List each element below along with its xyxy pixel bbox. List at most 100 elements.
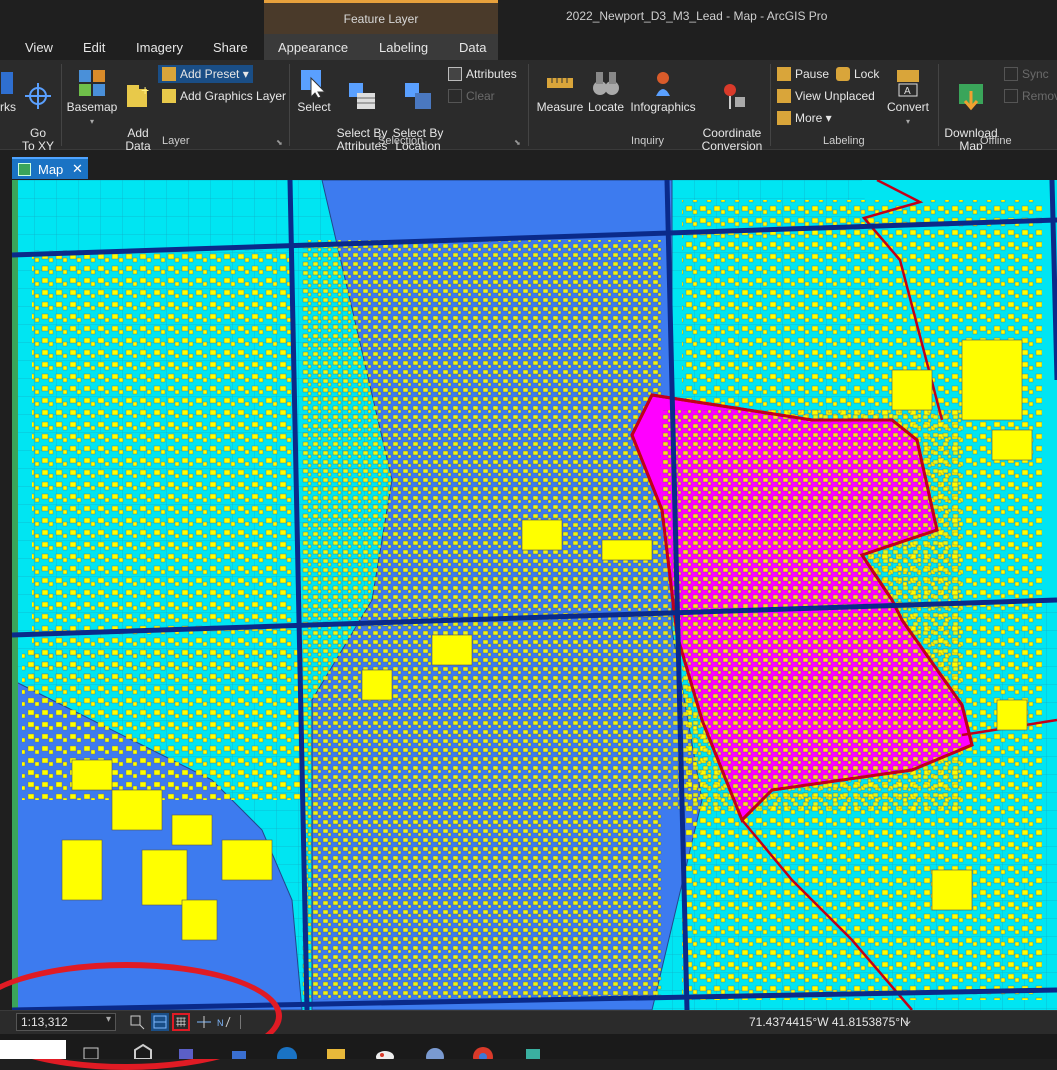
add-data-icon: + (127, 82, 149, 107)
measure-button[interactable]: Measure (535, 68, 585, 114)
selection-group-launcher[interactable]: ⬊ (514, 138, 521, 147)
close-icon[interactable]: ✕ (72, 161, 83, 177)
tab-data[interactable]: Data (459, 40, 486, 55)
left-pane-edge[interactable] (0, 180, 12, 1010)
infographics-icon (656, 72, 670, 96)
add-data-label: Add Data (125, 126, 151, 153)
coordinate-format-chevron-icon[interactable]: ⌄ (903, 1013, 913, 1027)
view-unplaced-icon (777, 89, 791, 103)
add-graphics-layer-label: Add Graphics Layer (180, 89, 287, 103)
group-separator (289, 64, 290, 146)
view-tab-bar (0, 150, 1057, 180)
lock-labels-button[interactable]: Lock (836, 67, 879, 81)
teams-icon[interactable] (176, 1043, 198, 1059)
convert-dropdown-caret: ▾ (905, 117, 910, 126)
tab-edit[interactable]: Edit (83, 40, 105, 55)
svg-text:A: A (904, 86, 911, 97)
tab-imagery[interactable]: Imagery (136, 40, 183, 55)
add-preset-button[interactable]: Add Preset ▾ (158, 65, 253, 83)
taskbar-search-box[interactable] (0, 1040, 66, 1059)
go-to-xy-label: Go To XY (21, 126, 54, 153)
measure-label: Measure (536, 100, 584, 114)
lock-icon (836, 67, 850, 81)
sync-button: Sync (1004, 67, 1049, 81)
infographics-button[interactable]: Infographics (628, 68, 698, 114)
clear-icon (448, 89, 462, 103)
binoculars-icon (593, 72, 619, 95)
convert-label: Convert (886, 100, 930, 114)
basemap-button[interactable]: Basemap ▾ (66, 68, 118, 128)
app-grid-icon[interactable] (522, 1043, 544, 1059)
svg-text:+: + (141, 82, 149, 98)
buildings-west (32, 250, 292, 680)
view-unplaced-label: View Unplaced (795, 89, 875, 103)
pause-label: Pause (795, 67, 830, 81)
map-view-tab[interactable]: Map ✕ (12, 157, 88, 179)
task-view-icon[interactable] (80, 1043, 102, 1059)
group-separator (61, 64, 62, 146)
tab-appearance[interactable]: Appearance (278, 40, 348, 55)
convert-labels-button[interactable]: A Convert ▾ (884, 68, 932, 128)
map-drawing[interactable] (12, 180, 1057, 1010)
app-icon[interactable] (228, 1043, 250, 1059)
go-to-xy-button[interactable]: Go To XY (20, 68, 56, 153)
infographics-label: Infographics (630, 100, 696, 114)
tab-view[interactable]: View (25, 40, 53, 55)
ribbon: rks Go To XY Basemap ▾ + Add Data Add Pre… (0, 60, 1057, 153)
graphics-layer-icon (162, 89, 176, 103)
add-graphics-layer-button[interactable]: Add Graphics Layer (162, 89, 286, 103)
app-b-icon[interactable] (424, 1043, 446, 1059)
map-canvas[interactable] (12, 180, 1057, 1010)
ruler-icon (547, 78, 573, 88)
remove-button: Remov (1004, 89, 1057, 103)
layer-group-launcher[interactable]: ⬊ (276, 138, 283, 147)
pause-icon (777, 67, 791, 81)
chrome-icon[interactable] (472, 1043, 494, 1059)
coordinate-conversion-label: Coordinate Conversion (701, 126, 763, 153)
attributes-button[interactable]: Attributes (448, 67, 517, 81)
more-labeling-button[interactable]: More ▾ (777, 111, 832, 125)
preset-icon (162, 67, 176, 81)
context-tab-label: Feature Layer (343, 12, 419, 26)
edge-browser-icon[interactable] (276, 1043, 298, 1059)
tab-labeling[interactable]: Labeling (379, 40, 428, 55)
pause-labeling-button[interactable]: Pause (777, 67, 829, 81)
select-button[interactable]: Select (296, 68, 332, 114)
arcgis-taskbar-icon[interactable] (132, 1043, 154, 1059)
bookmarks-button[interactable]: rks (0, 68, 16, 114)
clear-selection-button: Clear (448, 89, 495, 103)
view-unplaced-button[interactable]: View Unplaced (777, 89, 875, 103)
bookmark-icon (1, 72, 13, 94)
group-label-inquiry: Inquiry (631, 135, 665, 147)
left-edge-road (12, 180, 18, 1010)
add-data-button[interactable]: + Add Data (120, 68, 156, 153)
buildings-southwest-residential (22, 650, 302, 800)
locate-button[interactable]: Locate (586, 68, 626, 114)
group-label-offline: Offline (980, 135, 1012, 147)
tab-share[interactable]: Share (213, 40, 248, 55)
group-label-layer: Layer (162, 135, 190, 147)
basemap-dropdown-caret: ▾ (89, 117, 94, 126)
file-explorer-icon[interactable] (325, 1043, 347, 1059)
bookmarks-label: rks (0, 100, 16, 114)
locate-label: Locate (587, 100, 625, 114)
map-tab-label: Map (38, 162, 64, 177)
sync-icon (1004, 67, 1018, 81)
paint-icon[interactable] (374, 1043, 396, 1059)
download-map-icon (959, 84, 983, 111)
select-by-location-icon (405, 83, 431, 109)
map-icon (18, 163, 31, 176)
ribbon-tab-row: View Edit Imagery Share Appearance Label… (0, 34, 1057, 60)
remove-label: Remov (1022, 89, 1057, 103)
coordinate-readout: 71.4374415°W 41.8153875°N (749, 1015, 909, 1029)
select-cursor-icon (301, 70, 327, 98)
clear-label: Clear (466, 89, 495, 103)
group-separator (528, 64, 529, 146)
add-preset-label: Add Preset (180, 67, 240, 81)
group-separator (938, 64, 939, 146)
attributes-label: Attributes (466, 67, 517, 81)
group-label-selection: Selection (378, 135, 424, 147)
coordinate-conversion-button[interactable]: Coordinate Conversion (700, 68, 764, 153)
crosshair-icon (25, 83, 51, 109)
basemap-label: Basemap (66, 100, 118, 114)
